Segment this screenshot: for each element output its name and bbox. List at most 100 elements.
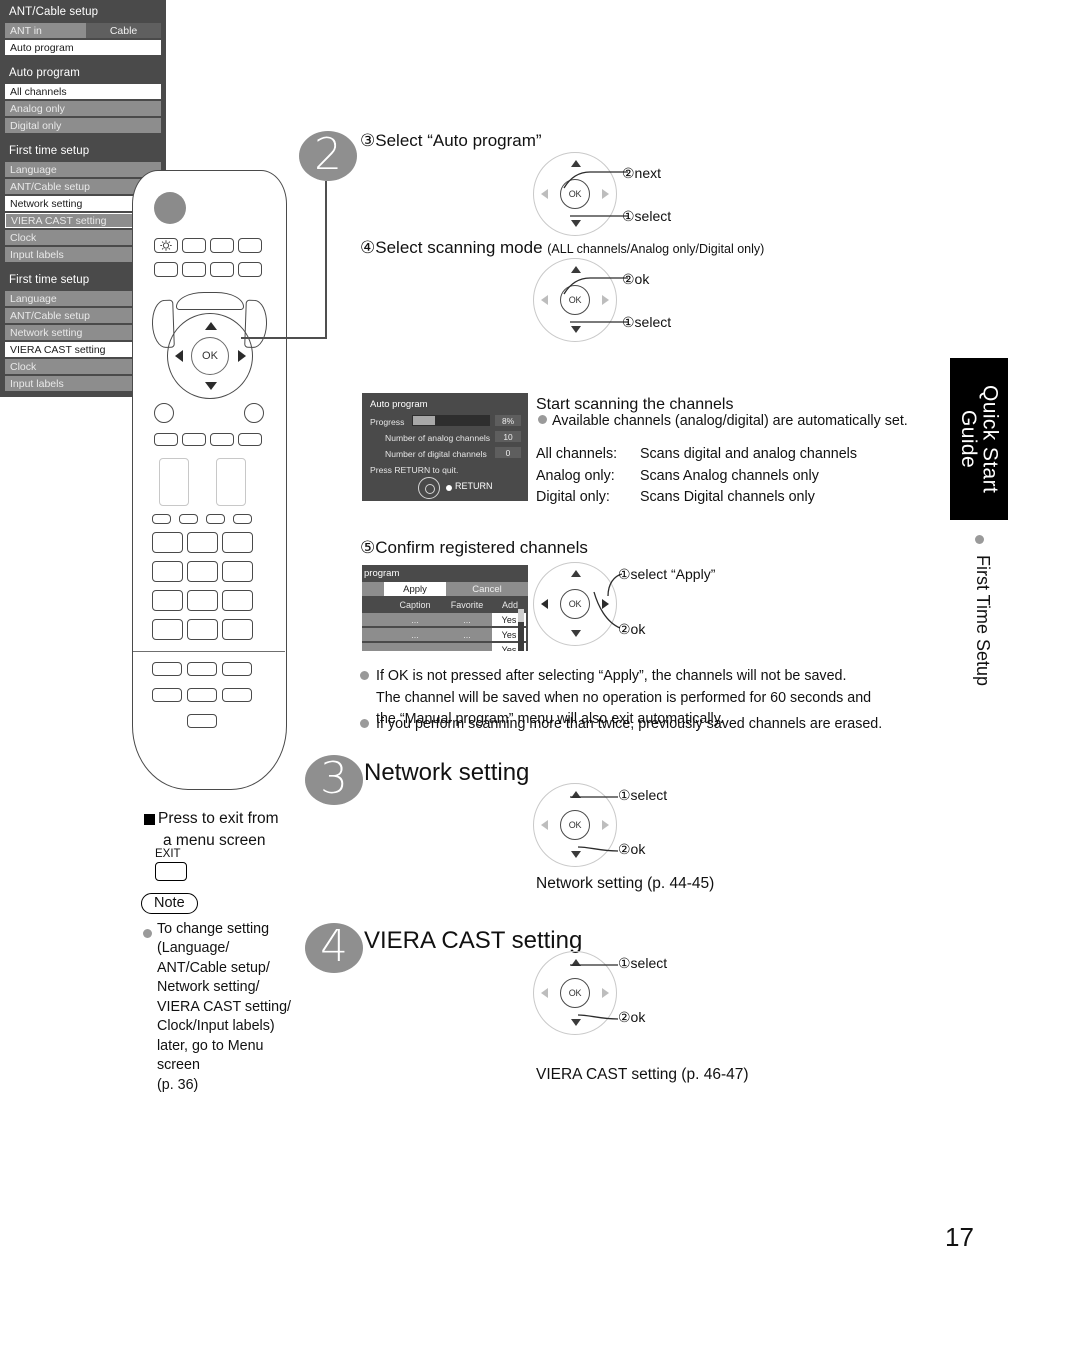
exit-key-label: EXIT: [155, 848, 181, 860]
numeric-key: [187, 590, 218, 611]
ring-down-arrow-icon: [571, 630, 581, 637]
numeric-key: [222, 561, 253, 582]
remote-key: [152, 514, 171, 524]
ok-button: OK: [191, 337, 229, 375]
step-2-leader-corner: [241, 337, 327, 339]
ring-left-arrow-icon: [541, 988, 548, 998]
dialog-title: ANT/Cable setup: [9, 6, 99, 18]
row-index-cell: [362, 643, 388, 651]
numeric-key: [152, 561, 183, 582]
cell-caption: ...: [388, 613, 442, 626]
remote-key: [222, 688, 252, 702]
step-3-callout-select: ①select: [618, 787, 668, 803]
substep-3-callout-select: ①select: [622, 208, 672, 224]
substep-4-label: ④Select scanning mode (ALL channels/Anal…: [360, 238, 765, 257]
scanning-mode-name: Analog only:: [536, 467, 615, 484]
step-2-bubble: 2: [299, 129, 357, 181]
note-line: (p. 36): [157, 1076, 199, 1093]
substep-4-label-paren: (ALL channels/Analog only/Digital only): [547, 242, 765, 256]
remote-tall-key: [159, 458, 189, 506]
osd-item-analog-only[interactable]: Analog only: [5, 101, 161, 116]
pad-down-arrow-icon: [205, 382, 217, 390]
main-note-line: If OK is not pressed after selecting “Ap…: [376, 668, 847, 684]
remote-divider: [133, 651, 285, 653]
progress-dialog-title: Auto program: [370, 399, 428, 410]
header-spacer: [362, 598, 388, 611]
ring-ok-label: OK: [568, 599, 582, 609]
remote-key: [179, 514, 198, 524]
row-index-cell: [362, 613, 388, 626]
return-label: RETURN: [455, 481, 493, 491]
apply-button[interactable]: Apply: [384, 582, 446, 596]
remote-key: [222, 662, 252, 676]
step-4-reference: VIERA CAST setting (p. 46-47): [536, 1066, 749, 1083]
step-2-leader-vertical: [325, 181, 327, 339]
numeric-key: [152, 532, 183, 553]
substep-5-callout-ok: ②ok: [618, 621, 646, 637]
side-tab-title: Quick Start Guide: [957, 384, 1002, 494]
step-3-heading: Network setting: [364, 759, 530, 786]
scanning-mode-name: All channels:: [536, 446, 618, 462]
ring-left-arrow-icon: [541, 599, 548, 609]
cancel-button[interactable]: Cancel: [446, 582, 528, 596]
scanning-mode-row: Digital only: Scans Digital channels onl…: [536, 487, 857, 509]
page-number: 17: [945, 1222, 974, 1252]
menu-item-language[interactable]: Language: [5, 162, 161, 177]
auto-program-progress-dialog: Auto program Progress 8% Number of analo…: [362, 393, 528, 501]
step-3-callout-ok: ②ok: [618, 841, 646, 857]
progress-quit-hint: Press RETURN to quit.: [370, 465, 459, 475]
progress-label: Progress: [370, 417, 405, 427]
osd-item-all-channels[interactable]: All channels: [5, 84, 161, 99]
scanning-mode-desc: Scans Digital channels only: [640, 489, 815, 506]
step-3-callout-lines: [570, 796, 619, 852]
remote-key: [238, 433, 262, 446]
note-body: To change setting (Language/ ANT/Cable s…: [157, 920, 307, 1095]
remote-key: [154, 433, 178, 446]
scanning-modes-list: All channels: Scans digital and analog c…: [536, 444, 857, 509]
osd-row-ant-in[interactable]: ANT in Cable: [5, 23, 161, 38]
cell-favorite: ...: [442, 613, 492, 626]
exit-key-graphic: [155, 862, 187, 881]
remote-arc-top: [176, 292, 244, 310]
return-dot-icon: [446, 485, 452, 491]
note-line: Network setting/: [157, 979, 260, 996]
ring-left-arrow-icon: [541, 189, 548, 199]
scanning-mode-name: Digital only:: [536, 489, 610, 506]
table-row[interactable]: ... ... Yes: [362, 628, 528, 641]
column-header-caption: Caption: [399, 599, 431, 610]
osd-item-digital-only[interactable]: Digital only: [5, 118, 161, 133]
row-index-cell: [362, 628, 388, 641]
analog-channel-count-label: Number of analog channels: [385, 433, 491, 443]
side-tab-title-line-2: Guide: [957, 409, 980, 469]
side-tab-title-line-1: Quick Start: [978, 384, 1002, 494]
table-scrollbar-thumb[interactable]: [518, 609, 524, 622]
ring-ok-button[interactable]: OK: [560, 589, 590, 619]
numeric-key: [152, 590, 183, 611]
note-bullet-icon: [360, 719, 369, 728]
remote-key: [182, 433, 206, 446]
cell-caption: ...: [388, 628, 442, 641]
substep-5-label: ⑤Confirm registered channels: [360, 538, 588, 557]
ok-button-label: OK: [202, 350, 218, 362]
note-line: To change setting: [157, 921, 270, 937]
remote-tall-key: [216, 458, 246, 506]
remote-key: [152, 688, 182, 702]
table-row[interactable]: ... ... Yes: [362, 643, 528, 651]
note-line: ANT/Cable setup/: [157, 959, 270, 976]
substep-4-callout-ok: ②ok: [622, 271, 650, 287]
remote-key: [182, 262, 206, 277]
remote-key: [210, 262, 234, 277]
cell-caption: ...: [388, 643, 442, 651]
exit-key-illustration: [187, 714, 217, 728]
menu-title: First time setup: [9, 145, 90, 157]
return-pad-icon: [418, 477, 440, 499]
table-row[interactable]: ... ... Yes: [362, 613, 528, 626]
osd-row-auto-program[interactable]: Auto program: [5, 40, 161, 55]
numeric-key: [222, 590, 253, 611]
step-4-callout-select: ①select: [618, 955, 668, 971]
ring-left-arrow-icon: [541, 295, 548, 305]
actions-spacer: [362, 582, 384, 596]
osd-row-ant-in-value: Cable: [109, 24, 138, 37]
note-line: (Language/: [157, 940, 230, 957]
remote-round-key: [154, 403, 174, 423]
